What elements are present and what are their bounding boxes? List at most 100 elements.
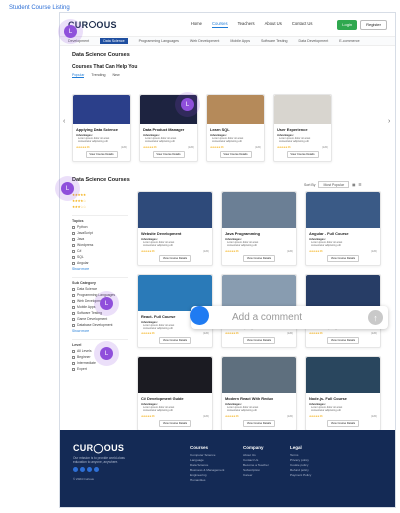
- checkbox[interactable]: [72, 311, 75, 315]
- user-avatar[interactable]: L: [181, 98, 194, 111]
- view-course-button[interactable]: View Course Details: [243, 419, 275, 427]
- filter-option-label: Python: [77, 225, 88, 229]
- category-item[interactable]: E-commerce: [339, 39, 359, 43]
- footer-link[interactable]: Payment Policy: [290, 473, 311, 478]
- filter-option[interactable]: Angular: [72, 261, 128, 265]
- view-course-button[interactable]: View Course Details: [243, 337, 275, 345]
- checkbox[interactable]: [72, 317, 75, 321]
- filter-option[interactable]: Software Testing: [72, 311, 128, 315]
- checkbox[interactable]: [72, 305, 75, 309]
- checkbox[interactable]: [72, 293, 75, 297]
- filter-option[interactable]: SQL: [72, 255, 128, 259]
- view-course-button[interactable]: View Course Details: [286, 150, 319, 158]
- tab-item[interactable]: Popular: [72, 73, 85, 78]
- view-course-button[interactable]: View Course Details: [159, 254, 191, 262]
- category-item[interactable]: Development: [68, 39, 89, 43]
- user-avatar[interactable]: L: [61, 182, 74, 195]
- comment-box[interactable]: Add a comment ↑: [190, 306, 388, 329]
- course-card[interactable]: Node.js- Full Course Advantages: Lorem ips…: [305, 356, 381, 431]
- checkbox[interactable]: [72, 243, 75, 247]
- filter-option[interactable]: Programming Languages: [72, 293, 128, 297]
- view-course-button[interactable]: View Course Details: [152, 150, 185, 158]
- user-avatar[interactable]: L: [100, 297, 113, 310]
- register-button[interactable]: Register: [360, 19, 387, 30]
- rating-option[interactable]: ★★★☆☆: [72, 205, 128, 209]
- category-item[interactable]: Web Development: [190, 39, 220, 43]
- checkbox[interactable]: [72, 299, 75, 303]
- carousel-next-icon[interactable]: ›: [388, 118, 390, 125]
- tab-item[interactable]: Trending: [91, 73, 105, 78]
- filter-option[interactable]: Data Science: [72, 287, 128, 291]
- review-count: (120): [187, 145, 194, 149]
- category-item[interactable]: Software Testing: [261, 39, 288, 43]
- send-icon[interactable]: ↑: [368, 310, 383, 325]
- category-item[interactable]: Mobile Apps: [230, 39, 250, 43]
- filter-option[interactable]: Java: [72, 237, 128, 241]
- filter-option[interactable]: C#: [72, 249, 128, 253]
- filter-option[interactable]: Python: [72, 225, 128, 229]
- checkbox[interactable]: [72, 255, 75, 259]
- view-course-button[interactable]: View Course Details: [85, 150, 118, 158]
- filter-option[interactable]: Database Development: [72, 323, 128, 327]
- course-card[interactable]: Website Development Advantages: Lorem ipsu…: [137, 191, 213, 266]
- view-course-button[interactable]: View Course Details: [243, 254, 275, 262]
- category-item[interactable]: Programming Languages: [139, 39, 179, 43]
- show-more-link[interactable]: Show more: [72, 329, 128, 333]
- view-course-button[interactable]: View Course Details: [159, 337, 191, 345]
- linkedin-icon[interactable]: [87, 467, 92, 472]
- footer-logo[interactable]: CUR◯OUS: [73, 443, 124, 454]
- view-course-button[interactable]: View Course Details: [327, 254, 359, 262]
- nav-item[interactable]: Teachers: [238, 21, 255, 28]
- grid-view-icon[interactable]: ▦: [352, 183, 355, 187]
- list-view-icon[interactable]: ☰: [358, 183, 361, 187]
- rating-option[interactable]: ★★★★★: [72, 193, 128, 197]
- checkbox[interactable]: [72, 287, 75, 291]
- checkbox[interactable]: [72, 261, 75, 265]
- course-card[interactable]: C# Development Guide Advantages: Lorem ips…: [137, 356, 213, 431]
- filter-option[interactable]: Wordpress: [72, 243, 128, 247]
- checkbox[interactable]: [72, 349, 75, 353]
- course-card[interactable]: Angular - Full Course Advantages: Lorem ip…: [305, 191, 381, 266]
- show-more-link[interactable]: Show more: [72, 267, 128, 271]
- course-card[interactable]: Java Programming Advantages: Lorem ipsum d…: [221, 191, 297, 266]
- checkbox[interactable]: [72, 361, 75, 365]
- user-avatar[interactable]: L: [100, 347, 113, 360]
- course-card[interactable]: User Experience Advantages: Lorem ipsum do…: [273, 94, 332, 162]
- category-item[interactable]: Data Development: [299, 39, 329, 43]
- checkbox[interactable]: [72, 367, 75, 371]
- youtube-icon[interactable]: [94, 467, 99, 472]
- view-course-button[interactable]: View Course Details: [219, 150, 252, 158]
- checkbox[interactable]: [72, 355, 75, 359]
- checkbox[interactable]: [72, 237, 75, 241]
- course-card[interactable]: Learn SQL Advantages: Lorem ipsum dolor si…: [206, 94, 265, 162]
- category-item[interactable]: Data Science: [100, 38, 128, 44]
- view-course-button[interactable]: View Course Details: [159, 419, 191, 427]
- facebook-icon[interactable]: [73, 467, 78, 472]
- tab-item[interactable]: New: [112, 73, 119, 78]
- nav-item[interactable]: About Us: [265, 21, 282, 28]
- nav-item[interactable]: Courses: [211, 21, 228, 28]
- filter-option[interactable]: Intermediate: [72, 361, 128, 365]
- checkbox[interactable]: [72, 249, 75, 253]
- course-card[interactable]: Modern React With Redux Advantages: Lorem …: [221, 356, 297, 431]
- carousel-prev-icon[interactable]: ‹: [63, 118, 65, 125]
- login-button[interactable]: Login: [337, 19, 358, 30]
- filter-option[interactable]: Expert: [72, 367, 128, 371]
- view-course-button[interactable]: View Course Details: [327, 337, 359, 345]
- footer-link[interactable]: Humanities: [190, 478, 224, 483]
- checkbox[interactable]: [72, 225, 75, 229]
- checkbox[interactable]: [72, 231, 75, 235]
- view-course-button[interactable]: View Course Details: [327, 419, 359, 427]
- rating-option[interactable]: ★★★★☆: [72, 199, 128, 203]
- twitter-icon[interactable]: [80, 467, 85, 472]
- user-avatar[interactable]: L: [64, 25, 77, 38]
- nav-item[interactable]: Home: [191, 21, 202, 28]
- sort-select[interactable]: Most Popular: [318, 181, 350, 188]
- course-card[interactable]: Applying Data Science Advantages: Lorem ip…: [72, 94, 131, 162]
- comment-input[interactable]: Add a comment: [232, 312, 302, 323]
- footer-link[interactable]: Career: [243, 473, 269, 478]
- nav-item[interactable]: Contact Us: [292, 21, 313, 28]
- filter-option[interactable]: JavaScript: [72, 231, 128, 235]
- filter-option[interactable]: Game Development: [72, 317, 128, 321]
- checkbox[interactable]: [72, 323, 75, 327]
